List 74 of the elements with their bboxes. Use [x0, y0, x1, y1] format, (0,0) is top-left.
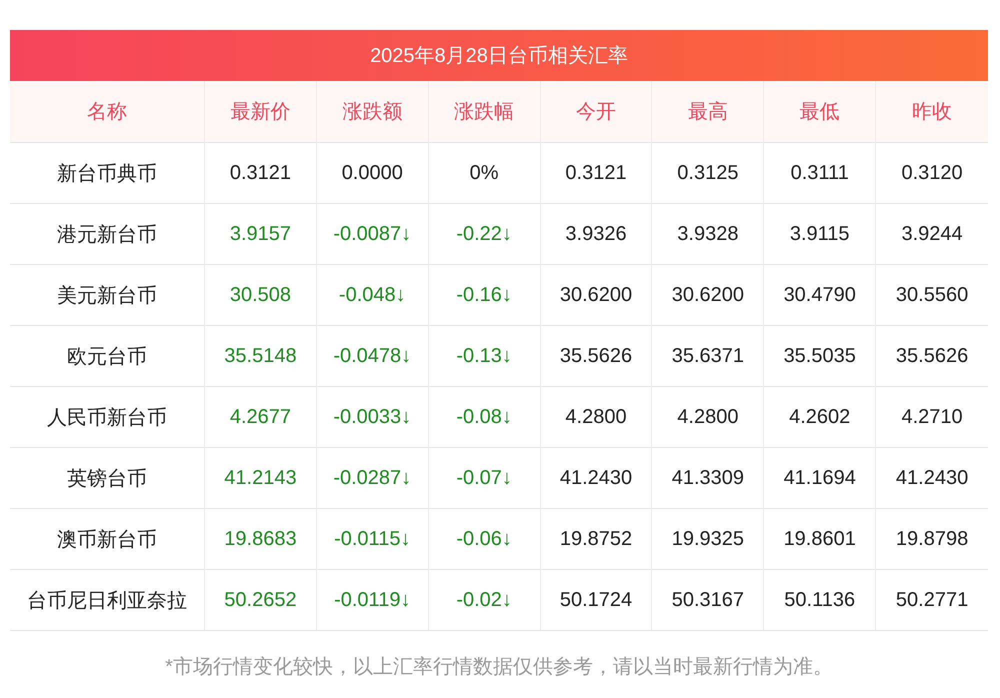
- table-cell: 30.6200: [652, 264, 764, 325]
- table-cell: 3.9244: [876, 203, 988, 264]
- table-cell: -0.13↓: [428, 325, 541, 386]
- table-cell: -0.16↓: [428, 264, 541, 325]
- table-cell: 30.4790: [764, 264, 876, 325]
- table-cell: 澳币新台币: [10, 508, 205, 569]
- table-cell: 3.9157: [205, 203, 317, 264]
- table-cell: 35.5148: [205, 325, 317, 386]
- table-cell: 3.9328: [652, 203, 764, 264]
- table-cell: 港元新台币: [10, 203, 205, 264]
- table-cell: 0.0000: [316, 142, 429, 203]
- table-cell: -0.0287↓: [316, 447, 429, 508]
- table-cell: -0.06↓: [428, 508, 541, 569]
- table-cell: 19.8683: [205, 508, 317, 569]
- table-cell: 50.2771: [876, 569, 988, 630]
- column-header: 涨跌幅: [428, 81, 541, 142]
- table-cell: 41.3309: [652, 447, 764, 508]
- table-cell: -0.0478↓: [316, 325, 429, 386]
- table-cell: 0.3125: [652, 142, 764, 203]
- table-cell: 30.508: [205, 264, 317, 325]
- table-cell: 英镑台币: [10, 447, 205, 508]
- table-cell: 人民币新台币: [10, 386, 205, 447]
- table-cell: 4.2710: [876, 386, 988, 447]
- column-header: 最新价: [205, 81, 317, 142]
- table-cell: 35.5626: [876, 325, 988, 386]
- table-cell: 41.2430: [540, 447, 652, 508]
- table-cell: 4.2677: [205, 386, 317, 447]
- table-cell: 41.1694: [764, 447, 876, 508]
- table-cell: -0.07↓: [428, 447, 541, 508]
- table-cell: 50.2652: [205, 569, 317, 630]
- table-cell: 3.9115: [764, 203, 876, 264]
- table-cell: 美元新台币: [10, 264, 205, 325]
- table-cell: 4.2800: [652, 386, 764, 447]
- column-header: 名称: [10, 81, 205, 142]
- table-cell: -0.02↓: [428, 569, 541, 630]
- table-cell: 4.2800: [540, 386, 652, 447]
- table-cell: 欧元台币: [10, 325, 205, 386]
- table-cell: -0.0115↓: [316, 508, 429, 569]
- table-cell: 35.6371: [652, 325, 764, 386]
- table-cell: 19.9325: [652, 508, 764, 569]
- table-cell: 41.2430: [876, 447, 988, 508]
- column-header: 最高: [652, 81, 764, 142]
- table-cell: 3.9326: [540, 203, 652, 264]
- table-cell: 30.6200: [540, 264, 652, 325]
- table-cell: 50.1136: [764, 569, 876, 630]
- table-cell: 19.8601: [764, 508, 876, 569]
- table-cell: 50.1724: [540, 569, 652, 630]
- table-cell: 台币尼日利亚奈拉: [10, 569, 205, 630]
- column-header: 昨收: [876, 81, 988, 142]
- table-cell: 4.2602: [764, 386, 876, 447]
- column-header: 最低: [764, 81, 876, 142]
- table-cell: 50.3167: [652, 569, 764, 630]
- table-cell: 0.3111: [764, 142, 876, 203]
- table-cell: -0.048↓: [316, 264, 429, 325]
- table-cell: 0.3121: [540, 142, 652, 203]
- table-cell: 0.3120: [876, 142, 988, 203]
- table-cell: 35.5035: [764, 325, 876, 386]
- table-cell: 0.3121: [205, 142, 317, 203]
- table-cell: 35.5626: [540, 325, 652, 386]
- table-cell: 新台币典币: [10, 142, 205, 203]
- table-cell: 19.8752: [540, 508, 652, 569]
- table-cell: -0.0033↓: [316, 386, 429, 447]
- table-cell: -0.0087↓: [316, 203, 429, 264]
- table-cell: 0%: [428, 142, 541, 203]
- table-cell: -0.22↓: [428, 203, 541, 264]
- table-cell: 30.5560: [876, 264, 988, 325]
- column-header: 涨跌额: [316, 81, 429, 142]
- column-header: 今开: [540, 81, 652, 142]
- table-cell: 19.8798: [876, 508, 988, 569]
- table-title: 2025年8月28日台币相关汇率: [10, 30, 988, 81]
- table-cell: 41.2143: [205, 447, 317, 508]
- table-cell: -0.08↓: [428, 386, 541, 447]
- table-cell: -0.0119↓: [316, 569, 429, 630]
- disclaimer-note: *市场行情变化较快，以上汇率行情数据仅供参考，请以当时最新行情为准。: [164, 655, 834, 680]
